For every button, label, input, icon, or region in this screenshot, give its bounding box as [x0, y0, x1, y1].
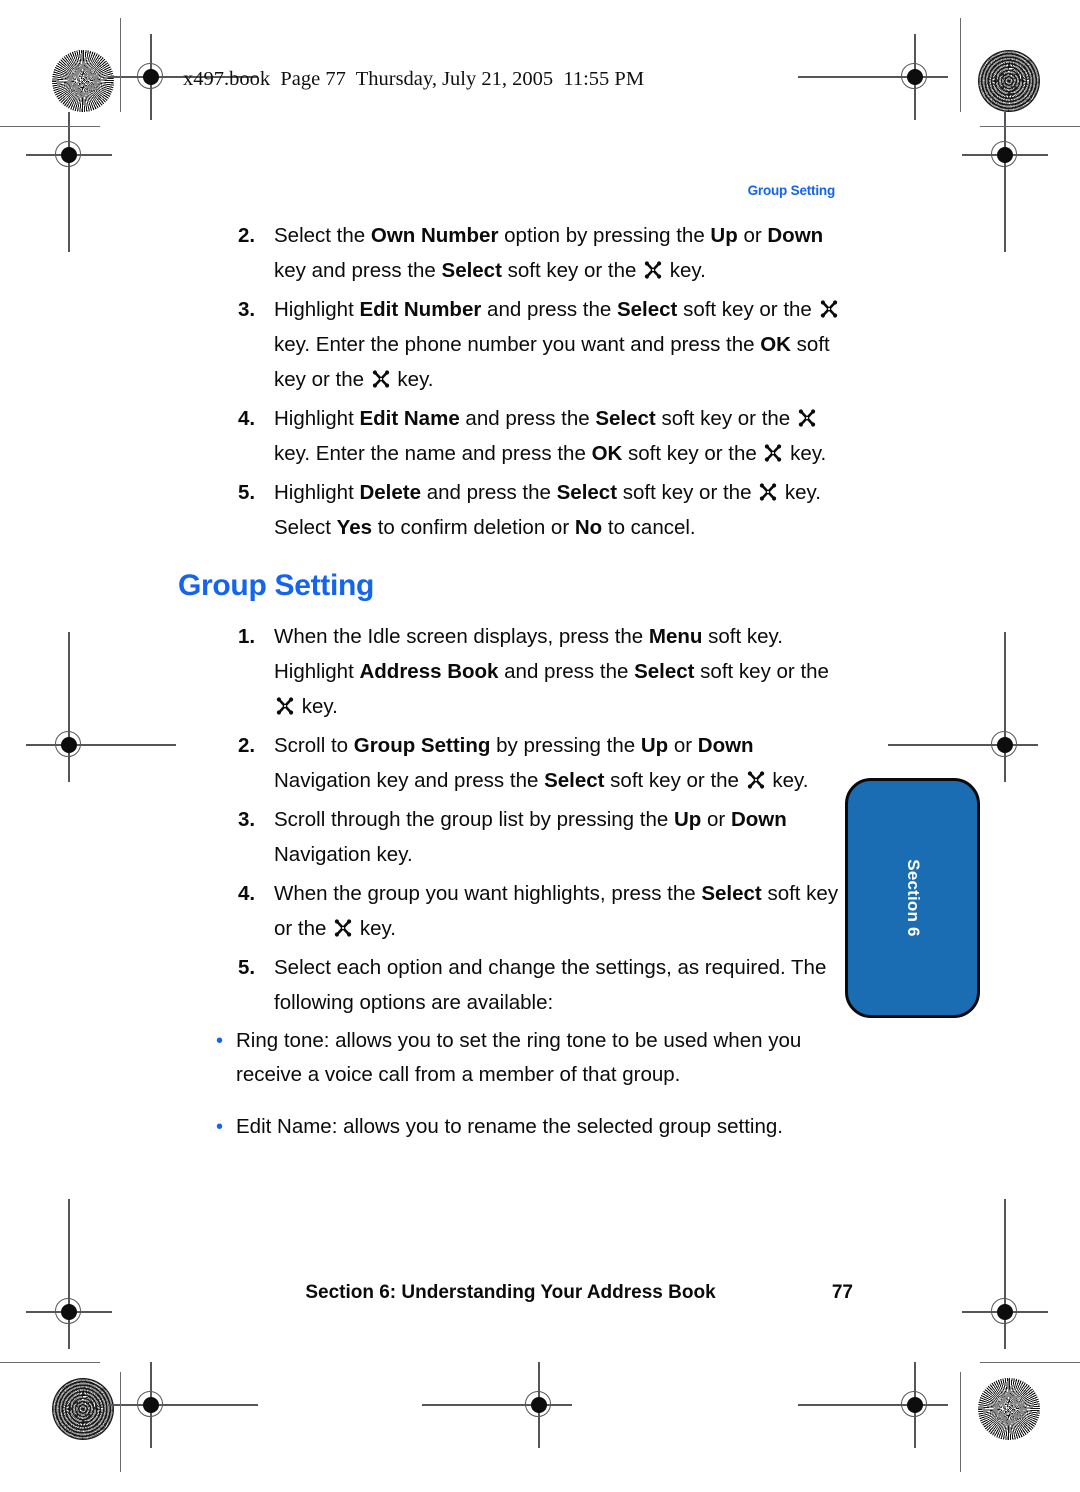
- steps-list-own-number: 2. Select the Own Number option by pressi…: [238, 218, 853, 545]
- step-text: When the group you want highlights, pres…: [274, 882, 839, 940]
- step-text: Highlight Delete and press the Select so…: [274, 475, 853, 545]
- step-text: Scroll to Group Setting by pressing the …: [274, 734, 809, 792]
- step-text: When the Idle screen displays, press the…: [274, 625, 829, 718]
- step-text: Highlight Edit Number and press the Sele…: [274, 292, 853, 397]
- numbered-step: 2. Scroll to Group Setting by pressing th…: [238, 728, 853, 798]
- registration-target-icon: [108, 1362, 258, 1448]
- registration-target-icon: [26, 632, 176, 782]
- crop-rule-vertical: [960, 18, 962, 112]
- numbered-step: 4. When the group you want highlights, pr…: [238, 876, 853, 946]
- navigation-key-icon: [819, 295, 839, 318]
- registration-target-icon: [108, 34, 258, 120]
- navigation-key-icon: [275, 692, 295, 715]
- moire-density-icon: [978, 50, 1040, 112]
- step-text: Select each option and change the settin…: [274, 956, 827, 1014]
- crop-rule-vertical: [120, 1372, 122, 1472]
- steps-list-group-setting: 1. When the Idle screen displays, press t…: [238, 619, 853, 1020]
- numbered-step: 3. Scroll through the group list by press…: [238, 802, 853, 872]
- navigation-key-icon: [758, 478, 778, 501]
- registration-target-icon: [962, 112, 1048, 252]
- step-number: 2.: [238, 734, 256, 757]
- step-number: 3.: [238, 808, 256, 831]
- book-print-header: x497.book Page 77 Thursday, July 21, 200…: [183, 68, 645, 90]
- list-item: • Edit Name: allows you to rename the sel…: [216, 1110, 853, 1144]
- numbered-step: 5. Select each option and change the sett…: [238, 950, 853, 1020]
- registration-target-icon: [26, 1199, 112, 1349]
- step-number: 5.: [238, 956, 256, 979]
- step-number: 4.: [238, 882, 256, 905]
- page-footer: Section 6: Understanding Your Address Bo…: [238, 1282, 853, 1304]
- step-number: 4.: [238, 407, 256, 430]
- list-item-text: Edit Name: allows you to rename the sele…: [236, 1115, 783, 1138]
- crop-rule-horizontal: [980, 1362, 1080, 1364]
- starburst-density-icon: [978, 1378, 1040, 1440]
- numbered-step: 4. Highlight Edit Name and press the Sele…: [238, 401, 853, 471]
- registration-target-icon: [888, 632, 1038, 782]
- list-item-text: Ring tone: allows you to set the ring to…: [236, 1029, 802, 1086]
- registration-target-icon: [422, 1362, 572, 1448]
- navigation-key-icon: [746, 766, 766, 789]
- moire-density-icon: [52, 1378, 114, 1440]
- step-number: 2.: [238, 224, 256, 247]
- running-header: Group Setting: [747, 183, 836, 198]
- step-text: Highlight Edit Name and press the Select…: [274, 401, 853, 471]
- registration-target-icon: [798, 1362, 948, 1448]
- registration-target-icon: [26, 112, 112, 252]
- step-number: 5.: [238, 481, 256, 504]
- page-body: 2. Select the Own Number option by pressi…: [178, 218, 853, 1162]
- numbered-step: 2. Select the Own Number option by pressi…: [238, 218, 853, 288]
- section-thumb-tab-label: Section 6: [903, 859, 923, 937]
- numbered-step: 3. Highlight Edit Number and press the Se…: [238, 292, 853, 397]
- page-title: Group Setting: [178, 569, 375, 602]
- crop-rule-horizontal: [0, 126, 100, 128]
- options-bullet-list: • Ring tone: allows you to set the ring t…: [216, 1024, 853, 1144]
- navigation-key-icon: [763, 439, 783, 462]
- crop-rule-vertical: [960, 1372, 962, 1472]
- crop-rule-horizontal: [0, 1362, 100, 1364]
- navigation-key-icon: [333, 914, 353, 937]
- bullet-dot-icon: •: [216, 1030, 224, 1052]
- starburst-density-icon: [52, 50, 114, 112]
- navigation-key-icon: [797, 404, 817, 427]
- step-text: Scroll through the group list by pressin…: [274, 808, 787, 866]
- registration-target-icon: [962, 1199, 1048, 1349]
- footer-page-number: 77: [831, 1282, 853, 1303]
- numbered-step: 5. Highlight Delete and press the Select …: [238, 475, 853, 545]
- crop-rule-vertical: [120, 18, 122, 112]
- crop-rule-horizontal: [980, 126, 1080, 128]
- section-thumb-tab: Section 6: [845, 778, 980, 1018]
- step-number: 1.: [238, 625, 256, 648]
- footer-title: Section 6: Understanding Your Address Bo…: [305, 1282, 716, 1303]
- step-text: Select the Own Number option by pressing…: [274, 224, 824, 282]
- navigation-key-icon: [643, 256, 663, 279]
- registration-target-icon: [798, 34, 948, 120]
- list-item: • Ring tone: allows you to set the ring t…: [216, 1024, 853, 1092]
- navigation-key-icon: [371, 365, 391, 388]
- step-number: 3.: [238, 298, 256, 321]
- bullet-dot-icon: •: [216, 1116, 224, 1138]
- numbered-step: 1. When the Idle screen displays, press t…: [238, 619, 853, 724]
